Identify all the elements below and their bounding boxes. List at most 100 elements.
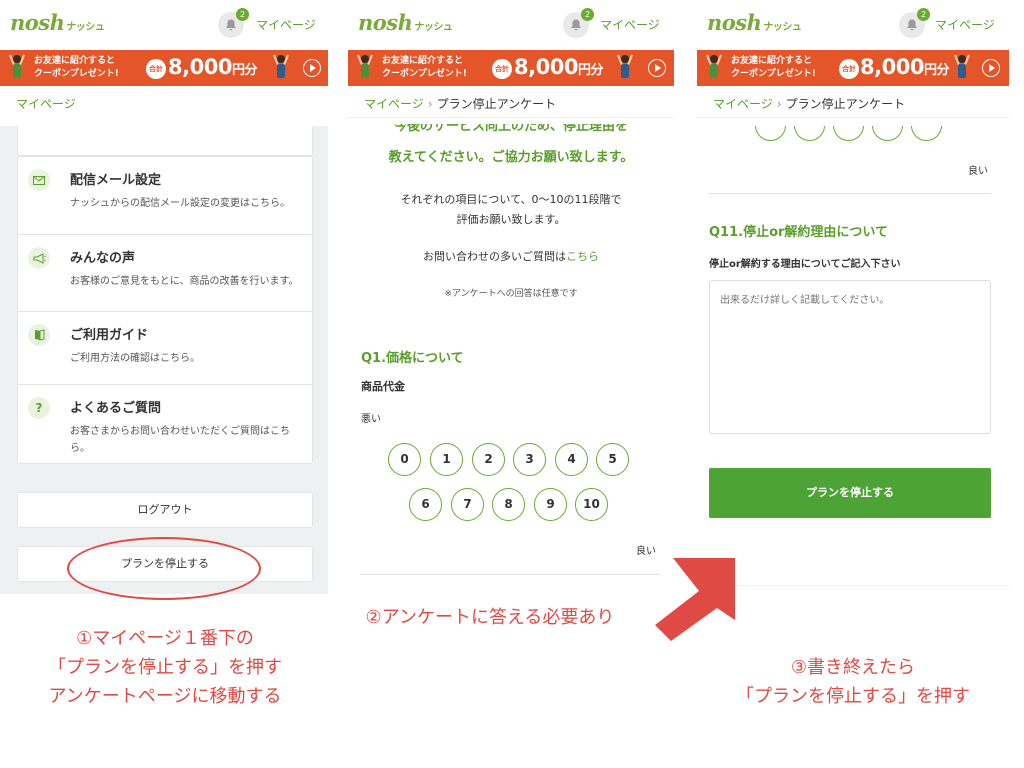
banner-amount-value: 8,000 bbox=[860, 55, 924, 79]
banner-line2: クーポンプレゼント! bbox=[382, 69, 467, 79]
menu-item-desc: お客様のご意見をもとに、商品の改善を行います。 bbox=[70, 276, 299, 287]
divider bbox=[697, 585, 1009, 586]
breadcrumb-mypage[interactable]: マイページ bbox=[364, 97, 424, 111]
optional-note: ※アンケートへの回答は任意です bbox=[444, 289, 578, 299]
figure-icon bbox=[617, 54, 633, 78]
breadcrumb-mypage[interactable]: マイページ bbox=[713, 97, 773, 111]
menu-item-title: 配信メール設定 bbox=[70, 173, 162, 188]
app-header: nosh ナッシュ 2 マイページ bbox=[0, 0, 328, 50]
play-icon[interactable] bbox=[982, 59, 1000, 77]
notification-badge: 2 bbox=[236, 8, 249, 21]
breadcrumb: マイページ › プラン停止アンケート bbox=[348, 86, 674, 118]
notification-badge: 2 bbox=[917, 8, 930, 21]
logout-button[interactable]: ログアウト bbox=[17, 492, 313, 528]
referral-banner[interactable]: お友達に紹介すると クーポンプレゼント! 合計 8,000円分 bbox=[348, 50, 674, 86]
step1-caption: ①マイページ１番下の 「プランを停止する」を押す アンケートページに移動する bbox=[0, 624, 330, 711]
rating-option-3[interactable]: 3 bbox=[513, 443, 546, 476]
logo-text: nosh bbox=[358, 10, 413, 35]
play-icon[interactable] bbox=[303, 59, 321, 77]
nosh-logo[interactable]: nosh ナッシュ bbox=[358, 10, 453, 35]
breadcrumb-current: プラン停止アンケート bbox=[785, 97, 906, 111]
play-icon[interactable] bbox=[648, 59, 666, 77]
megaphone-icon bbox=[28, 247, 50, 269]
pointer-arrow-icon bbox=[655, 558, 735, 641]
bell-icon[interactable]: 2 bbox=[563, 8, 594, 38]
highlight-circle bbox=[67, 537, 261, 600]
menu-item-faq[interactable]: ? よくあるご質問 お客さまからお問い合わせいただくご質問はこちら。 bbox=[18, 385, 312, 463]
banner-amount-suffix: 円分 bbox=[577, 63, 604, 78]
banner-total-badge: 合計 bbox=[492, 59, 512, 79]
referral-banner[interactable]: お友達に紹介すると クーポンプレゼント! 合計 8,000円分 bbox=[697, 50, 1009, 86]
logo-subtext: ナッシュ bbox=[763, 22, 802, 33]
menu-card-top bbox=[17, 126, 313, 156]
referral-banner[interactable]: お友達に紹介すると クーポンプレゼント! 合計 8,000円分 bbox=[0, 50, 328, 86]
figure-icon bbox=[954, 54, 970, 78]
banner-line2: クーポンプレゼント! bbox=[731, 69, 816, 79]
scale-high-label: 良い bbox=[968, 166, 988, 177]
notification-badge: 2 bbox=[581, 8, 594, 21]
logo-subtext: ナッシュ bbox=[414, 22, 453, 33]
faq-link[interactable]: こちら bbox=[566, 250, 599, 263]
rating-option-6[interactable]: 6 bbox=[409, 488, 442, 521]
scale-high-label: 良い bbox=[636, 546, 656, 557]
survey-desc-line2: 評価お願い致します。 bbox=[456, 213, 566, 226]
breadcrumb-chevron-icon: › bbox=[776, 97, 782, 111]
menu-item-usage-guide[interactable]: ご利用ガイド ご利用方法の確認はこちら。 bbox=[18, 312, 312, 385]
menu-item-title: みんなの声 bbox=[70, 251, 136, 266]
figure-icon bbox=[273, 54, 289, 78]
survey-lead-line2: 教えてください。ご協力お願い致します。 bbox=[388, 150, 634, 165]
banner-total-badge: 合計 bbox=[146, 59, 166, 79]
question-icon: ? bbox=[28, 397, 50, 419]
screen-survey: nosh ナッシュ 2 マイページ お友達に紹介すると クーポンプレゼント! 合計 … bbox=[348, 0, 674, 600]
step3-caption: ③書き終えたら 「プランを停止する」を押す bbox=[697, 653, 1009, 711]
guide-book-icon bbox=[28, 324, 50, 346]
bell-icon[interactable]: 2 bbox=[218, 8, 249, 38]
faq-text: お問い合わせの多いご質問は bbox=[423, 250, 566, 263]
logo-subtext: ナッシュ bbox=[66, 22, 105, 33]
rating-option-7[interactable]: 7 bbox=[451, 488, 484, 521]
mypage-link[interactable]: マイページ bbox=[600, 16, 660, 33]
banner-amount: 8,000円分 bbox=[168, 55, 257, 79]
rating-option-8[interactable]: 8 bbox=[492, 488, 525, 521]
reason-textarea[interactable] bbox=[709, 280, 991, 434]
rating-option-5[interactable]: 5 bbox=[596, 443, 629, 476]
menu-item-mail-settings[interactable]: 配信メール設定 ナッシュからの配信メール設定の変更はこちら。 bbox=[18, 157, 312, 235]
breadcrumb-chevron-icon: › bbox=[427, 97, 433, 111]
menu-item-customer-voice[interactable]: みんなの声 お客様のご意見をもとに、商品の改善を行います。 bbox=[18, 235, 312, 312]
rating-option-1[interactable]: 1 bbox=[430, 443, 463, 476]
menu-card: 配信メール設定 ナッシュからの配信メール設定の変更はこちら。 みんなの声 お客様… bbox=[17, 156, 313, 464]
rating-option-0[interactable]: 0 bbox=[388, 443, 421, 476]
nosh-logo[interactable]: nosh ナッシュ bbox=[10, 10, 105, 35]
breadcrumb: マイページ › プラン停止アンケート bbox=[697, 86, 1009, 118]
logo-text: nosh bbox=[707, 10, 762, 35]
menu-item-title: よくあるご質問 bbox=[70, 401, 162, 416]
step3-line1: ③書き終えたら bbox=[790, 657, 916, 678]
step2-caption: ②アンケートに答える必要あり bbox=[365, 607, 615, 628]
step3-line2: 「プランを停止する」を押す bbox=[736, 686, 970, 707]
app-header: nosh ナッシュ 2 マイページ bbox=[348, 0, 674, 50]
nosh-logo[interactable]: nosh ナッシュ bbox=[707, 10, 802, 35]
rating-option-4[interactable]: 4 bbox=[555, 443, 588, 476]
banner-amount: 8,000円分 bbox=[860, 55, 949, 79]
mypage-menu-area: 配信メール設定 ナッシュからの配信メール設定の変更はこちら。 みんなの声 お客様… bbox=[0, 126, 328, 594]
banner-line1: お友達に紹介すると bbox=[34, 56, 116, 66]
stop-plan-submit-button[interactable]: プランを停止する bbox=[709, 468, 991, 518]
banner-line2: クーポンプレゼント! bbox=[34, 69, 119, 79]
question-title: Q11.停止or解約理由について bbox=[709, 225, 889, 240]
survey-description: それぞれの項目について、0〜10の11段階で 評価お願い致します。 bbox=[348, 190, 674, 230]
question-subtitle: 停止or解約する理由についてご記入下さい bbox=[709, 259, 901, 270]
step1-line2: 「プランを停止する」を押す bbox=[48, 657, 282, 678]
rating-option-2[interactable]: 2 bbox=[472, 443, 505, 476]
mail-icon bbox=[28, 169, 50, 191]
banner-amount-value: 8,000 bbox=[514, 55, 578, 79]
question-subtitle: 商品代金 bbox=[361, 380, 405, 393]
mypage-link[interactable]: マイページ bbox=[256, 16, 316, 33]
rating-option-9[interactable]: 9 bbox=[534, 488, 567, 521]
menu-item-desc: お客さまからお問い合わせいただくご質問はこちら。 bbox=[70, 426, 290, 454]
mypage-link[interactable]: マイページ bbox=[935, 16, 995, 33]
breadcrumb-mypage[interactable]: マイページ bbox=[16, 97, 76, 111]
rating-option-10[interactable]: 10 bbox=[575, 488, 608, 521]
app-header: nosh ナッシュ 2 マイページ bbox=[697, 0, 1009, 50]
bell-icon[interactable]: 2 bbox=[899, 8, 930, 38]
question-title: Q1.価格について bbox=[361, 351, 464, 366]
